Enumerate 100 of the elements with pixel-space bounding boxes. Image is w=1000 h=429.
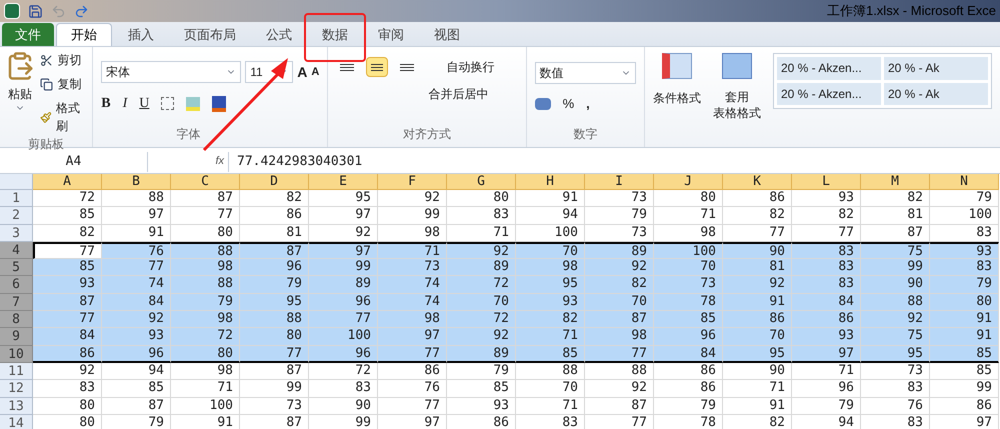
table-cell: 83 bbox=[930, 224, 999, 242]
save-icon[interactable] bbox=[28, 4, 43, 18]
cell-style-item[interactable]: 20 % - Ak bbox=[884, 82, 988, 105]
file-tab[interactable]: 文件 bbox=[2, 23, 54, 46]
ribbon-tab[interactable]: 开始 bbox=[56, 23, 112, 46]
formula-field[interactable]: 77.4242983040301 bbox=[228, 152, 1000, 172]
grow-font-button[interactable]: A bbox=[297, 62, 308, 82]
table-cell: 77 bbox=[585, 346, 654, 363]
ribbon-tab[interactable]: 审阅 bbox=[364, 23, 418, 46]
column-header[interactable]: D bbox=[240, 174, 309, 190]
copy-button[interactable]: 复制 bbox=[57, 75, 82, 93]
row-header[interactable]: 4 bbox=[0, 242, 33, 260]
row-header[interactable]: 11 bbox=[0, 362, 33, 380]
format-painter-icon[interactable] bbox=[40, 110, 52, 124]
fx-button[interactable]: fx bbox=[215, 153, 224, 170]
cell-style-item[interactable]: 20 % - Akzen... bbox=[777, 82, 881, 105]
table-cell: 93 bbox=[792, 190, 861, 208]
wrap-text-button[interactable]: 自动换行 bbox=[446, 58, 494, 76]
redo-icon[interactable] bbox=[74, 4, 89, 18]
ribbon-tab[interactable]: 数据 bbox=[308, 23, 362, 46]
table-cell: 75 bbox=[861, 328, 930, 346]
merge-center-button[interactable]: 合并后居中 bbox=[428, 85, 488, 103]
paste-button[interactable]: 粘贴 bbox=[8, 85, 32, 103]
cut-icon[interactable] bbox=[40, 54, 54, 66]
table-cell: 89 bbox=[447, 346, 516, 363]
table-cell: 77 bbox=[33, 311, 102, 328]
italic-button[interactable]: I bbox=[122, 93, 128, 114]
column-header[interactable]: K bbox=[723, 174, 792, 190]
table-cell: 73 bbox=[585, 190, 654, 208]
table-cell: 99 bbox=[861, 259, 930, 276]
table-cell: 70 bbox=[516, 380, 585, 398]
column-header[interactable]: F bbox=[378, 174, 447, 190]
font-color-icon[interactable] bbox=[212, 96, 226, 112]
ribbon-tab[interactable]: 视图 bbox=[420, 23, 474, 46]
column-header[interactable]: B bbox=[102, 174, 171, 190]
conditional-format-icon[interactable] bbox=[662, 53, 692, 79]
row-header[interactable]: 5 bbox=[0, 259, 33, 276]
table-cell: 100 bbox=[930, 207, 999, 225]
column-header[interactable]: M bbox=[861, 174, 930, 190]
column-header[interactable]: N bbox=[930, 174, 999, 190]
row-header[interactable]: 1 bbox=[0, 190, 33, 208]
table-cell: 77 bbox=[378, 346, 447, 363]
column-header[interactable]: E bbox=[309, 174, 378, 190]
table-cell: 80 bbox=[654, 190, 723, 208]
table-format-button[interactable]: 套用 表格格式 bbox=[713, 89, 761, 121]
column-header[interactable]: I bbox=[585, 174, 654, 190]
table-cell: 96 bbox=[792, 380, 861, 398]
row-header[interactable]: 14 bbox=[0, 414, 33, 429]
underline-button[interactable]: U bbox=[139, 93, 150, 114]
table-cell: 70 bbox=[723, 328, 792, 346]
shrink-font-button[interactable]: A bbox=[311, 64, 320, 80]
borders-icon[interactable] bbox=[161, 97, 174, 110]
column-header[interactable]: A bbox=[33, 174, 102, 190]
table-cell: 79 bbox=[792, 398, 861, 415]
table-cell: 99 bbox=[309, 259, 378, 276]
comma-button[interactable]: , bbox=[586, 94, 590, 114]
bold-button[interactable]: B bbox=[101, 93, 111, 114]
table-cell: 99 bbox=[378, 207, 447, 225]
table-cell: 82 bbox=[33, 224, 102, 242]
row-header[interactable]: 8 bbox=[0, 311, 33, 328]
row-header[interactable]: 13 bbox=[0, 398, 33, 415]
table-cell: 80 bbox=[171, 346, 240, 363]
column-header[interactable]: H bbox=[516, 174, 585, 190]
table-cell: 86 bbox=[723, 311, 792, 328]
table-cell: 96 bbox=[102, 346, 171, 363]
cell-style-item[interactable]: 20 % - Ak bbox=[884, 57, 988, 80]
align-icon[interactable] bbox=[366, 57, 388, 77]
table-cell: 92 bbox=[378, 190, 447, 208]
percent-button[interactable]: % bbox=[562, 94, 574, 114]
row-header[interactable]: 10 bbox=[0, 346, 33, 363]
table-cell: 98 bbox=[378, 224, 447, 242]
column-header[interactable]: C bbox=[171, 174, 240, 190]
ribbon-tab[interactable]: 插入 bbox=[114, 23, 168, 46]
column-header[interactable]: G bbox=[447, 174, 516, 190]
cell-style-item[interactable]: 20 % - Akzen... bbox=[777, 57, 881, 80]
font-name-field[interactable]: 宋体 bbox=[101, 61, 242, 83]
table-cell: 81 bbox=[861, 207, 930, 225]
table-cell: 84 bbox=[33, 328, 102, 346]
table-cell: 79 bbox=[585, 207, 654, 225]
cut-button[interactable]: 剪切 bbox=[57, 51, 82, 69]
row-header[interactable]: 12 bbox=[0, 380, 33, 398]
row-header[interactable]: 7 bbox=[0, 294, 33, 312]
row-header[interactable]: 3 bbox=[0, 224, 33, 242]
row-header[interactable]: 6 bbox=[0, 276, 33, 294]
name-box[interactable]: A4 bbox=[0, 152, 148, 172]
ribbon-tab[interactable]: 页面布局 bbox=[170, 23, 250, 46]
ribbon-tab[interactable]: 公式 bbox=[252, 23, 306, 46]
table-cell: 98 bbox=[378, 311, 447, 328]
column-header[interactable]: J bbox=[654, 174, 723, 190]
number-format-field[interactable]: 数值 bbox=[534, 62, 636, 84]
fill-color-icon[interactable] bbox=[186, 96, 200, 110]
table-cell: 96 bbox=[309, 346, 378, 363]
table-format-icon[interactable] bbox=[722, 53, 752, 79]
column-header[interactable]: L bbox=[792, 174, 861, 190]
format-painter-button[interactable]: 格式刷 bbox=[56, 99, 88, 135]
conditional-format-button[interactable]: 条件格式 bbox=[653, 89, 701, 107]
row-header[interactable]: 9 bbox=[0, 328, 33, 346]
table-cell: 72 bbox=[171, 328, 240, 346]
row-header[interactable]: 2 bbox=[0, 207, 33, 225]
copy-icon[interactable] bbox=[40, 78, 54, 90]
